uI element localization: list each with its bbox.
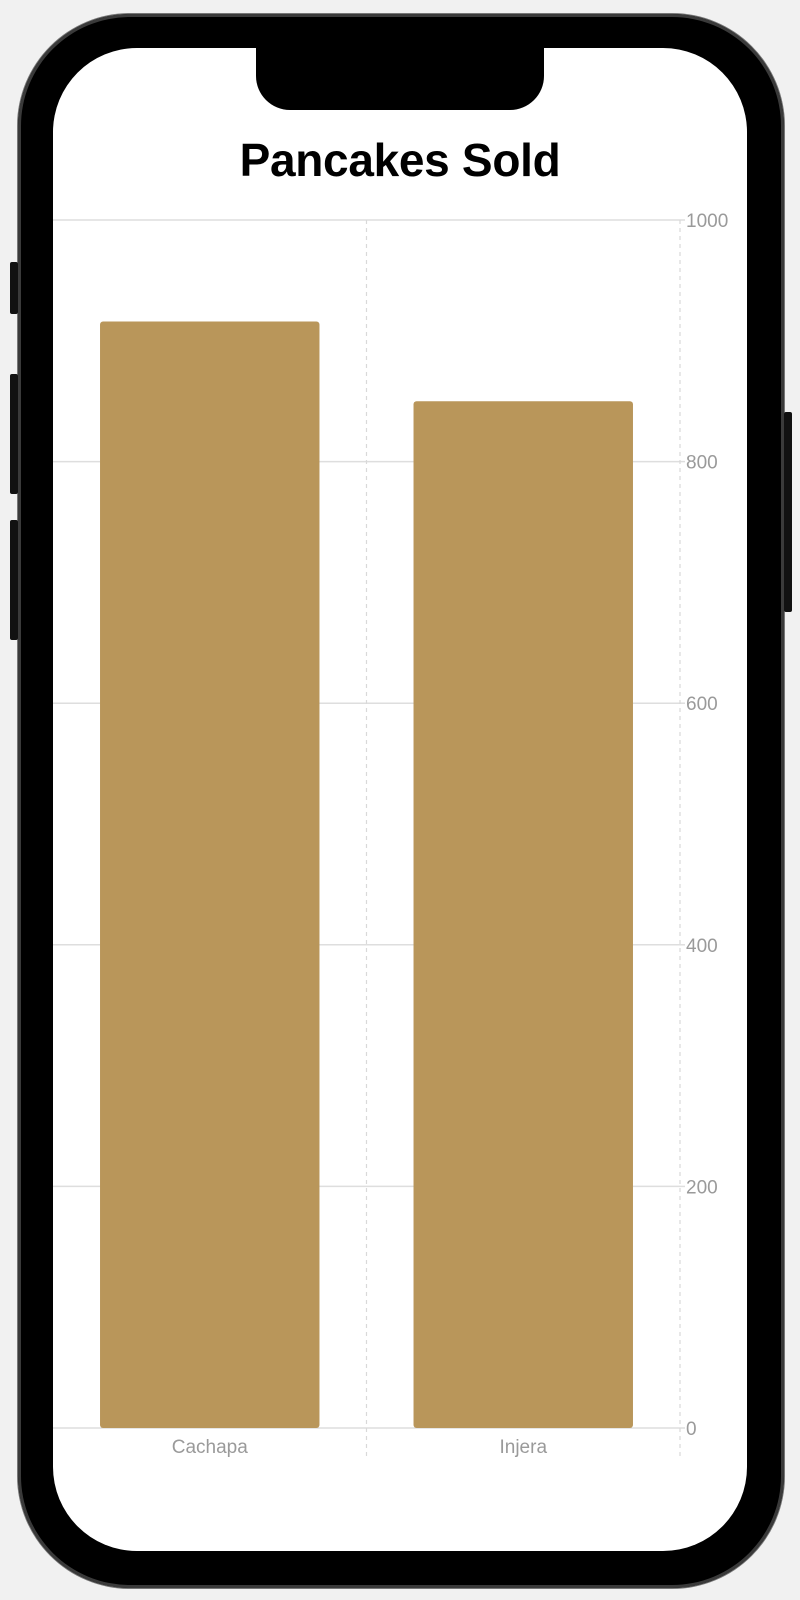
bar-chart: 0 200 400 600 800 1000 Cachapa Injera bbox=[53, 211, 728, 1458]
x-tick-label: Injera bbox=[499, 1437, 547, 1458]
y-tick-label: 400 bbox=[686, 936, 718, 957]
bar-cachapa bbox=[100, 321, 320, 1429]
bar-injera bbox=[413, 401, 633, 1429]
y-tick-label: 1000 bbox=[686, 211, 728, 232]
x-axis: Cachapa Injera bbox=[172, 1437, 548, 1458]
y-tick-label: 600 bbox=[686, 694, 718, 715]
y-tick-label: 0 bbox=[686, 1419, 697, 1440]
y-tick-label: 800 bbox=[686, 453, 718, 474]
y-tick-label: 200 bbox=[686, 1177, 718, 1198]
y-axis: 0 200 400 600 800 1000 bbox=[686, 211, 728, 1440]
x-tick-label: Cachapa bbox=[172, 1437, 248, 1458]
